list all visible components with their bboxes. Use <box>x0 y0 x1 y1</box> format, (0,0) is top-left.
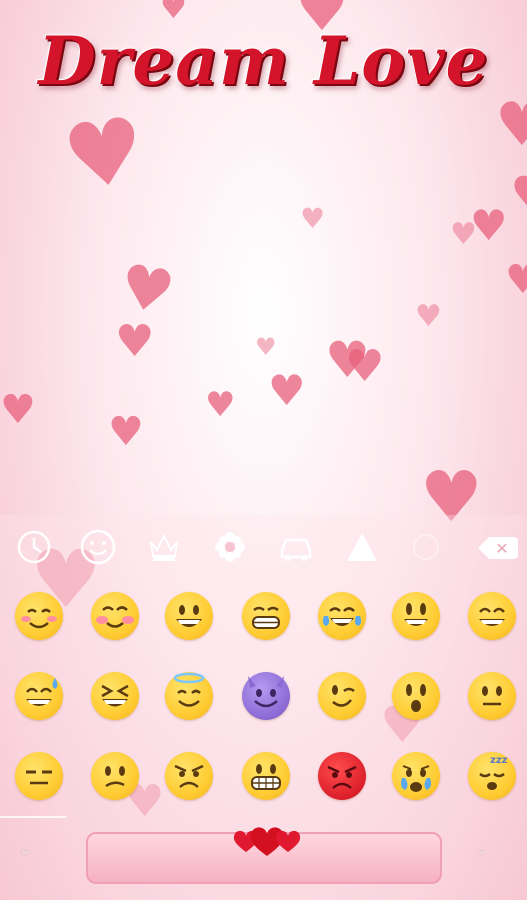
heart-decoration: ♥ <box>115 316 155 367</box>
heart-decoration: ♥ <box>57 96 152 213</box>
hearts-icon <box>233 827 301 856</box>
emoji-expressionless-face[interactable] <box>15 752 63 800</box>
smiley-icon[interactable] <box>80 529 116 565</box>
emoji-category-bar: ✕ <box>0 515 527 577</box>
keyboard-switch-right-icon[interactable]: ⌨ <box>478 847 485 860</box>
heart-decoration: ♥ <box>205 385 236 425</box>
emoji-winking-face[interactable] <box>318 672 366 720</box>
emoji-hushed-face[interactable] <box>392 672 440 720</box>
heart-decoration: ♥ <box>114 250 180 330</box>
emoji-confused-face[interactable] <box>91 752 139 800</box>
emoji-neutral-face[interactable] <box>468 672 516 720</box>
emoji-crying-face[interactable] <box>392 752 440 800</box>
heart-decoration: ♥ <box>495 90 527 160</box>
triangle-icon[interactable] <box>344 529 380 565</box>
emoji-smiling-blush[interactable] <box>15 592 63 640</box>
heart-decoration: ♥ <box>450 217 477 252</box>
emoji-beaming-face[interactable] <box>468 592 516 640</box>
theme-preview-background: ♥ ♥ ♥ ♥ ♥ ♥ ♥ ♥ ♥ ♥ ♥ ♥ ♥ ♥ ♥ ♥ ♥ ♥ ♥ ♥ … <box>0 0 527 900</box>
svg-text:zzz: zzz <box>490 755 508 766</box>
emoji-smiling-devil[interactable] <box>242 672 290 720</box>
page-indicator <box>0 816 66 818</box>
emoji-grinning-face[interactable] <box>165 592 213 640</box>
heart-decoration: ♥ <box>345 341 385 392</box>
clock-icon[interactable] <box>16 529 52 565</box>
heart-decoration: ♥ <box>415 299 442 334</box>
emoji-tears-of-joy[interactable] <box>318 592 366 640</box>
heart-decoration: ♥ <box>255 333 277 361</box>
emoji-sleeping-face[interactable]: zzz <box>468 752 516 800</box>
emoji-blushing-face[interactable] <box>91 592 139 640</box>
backspace-button[interactable]: ✕ <box>478 537 518 559</box>
heart-decoration: ♥ <box>505 257 527 303</box>
heart-decoration: ♥ <box>300 202 326 235</box>
emoji-pouting-face[interactable] <box>318 752 366 800</box>
heart-decoration: ♥ <box>160 0 187 26</box>
heart-decoration: ♥ <box>0 387 36 433</box>
emoji-halo-face[interactable] <box>165 672 213 720</box>
heart-decoration: ♥ <box>268 366 306 415</box>
keyboard-switch-left-icon[interactable]: ⌨ <box>22 847 29 860</box>
crown-icon[interactable] <box>146 529 182 565</box>
emoji-sweat-smile[interactable] <box>15 672 63 720</box>
heart-decoration: ♥ <box>108 409 144 455</box>
emoji-grimacing-grin[interactable] <box>242 592 290 640</box>
emoji-big-smile[interactable] <box>392 592 440 640</box>
blank-icon[interactable] <box>408 529 444 565</box>
emoji-grimacing-face[interactable] <box>242 752 290 800</box>
heart-decoration: ♥ <box>510 170 527 220</box>
car-icon[interactable] <box>278 529 314 565</box>
theme-title: Dream Love <box>38 22 489 100</box>
flower-icon[interactable] <box>212 529 248 565</box>
emoji-squinting-laugh[interactable] <box>91 672 139 720</box>
emoji-angry-face[interactable] <box>165 752 213 800</box>
